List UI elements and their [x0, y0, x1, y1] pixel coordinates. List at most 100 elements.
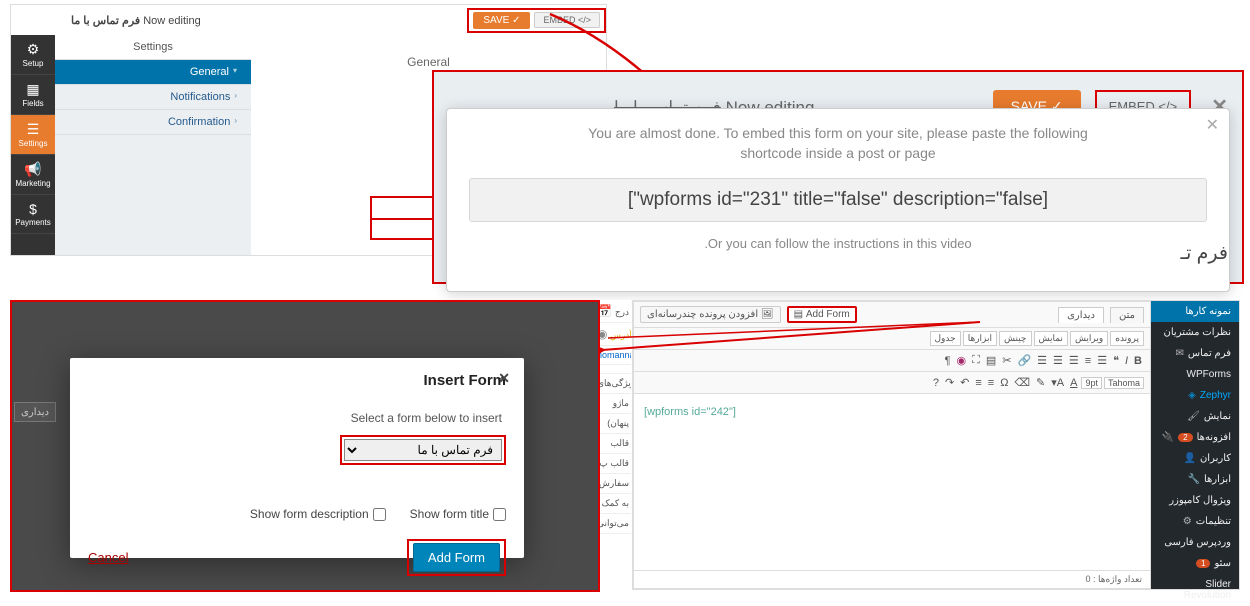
font-size-select[interactable]: 9pt	[1081, 377, 1102, 389]
nav-payments[interactable]: $Payments	[11, 195, 55, 234]
menu-visual-composer[interactable]: ویژوال کامپوزر	[1151, 490, 1239, 511]
align-right-icon[interactable]: ☰	[1067, 353, 1081, 368]
special-char-icon[interactable]: Ω	[998, 376, 1010, 390]
menu-settings[interactable]: تنظیمات⚙	[1151, 511, 1239, 532]
outdent-icon[interactable]: ≡	[986, 376, 996, 390]
modal-close-icon[interactable]: ✕	[498, 370, 510, 387]
editor-body[interactable]: ["wpforms id="242]	[634, 394, 1150, 564]
editor-toolbar-row1: پرونده ویرایش نمایش چینش ابزارها جدول	[634, 328, 1150, 350]
italic-icon[interactable]: I	[1123, 354, 1130, 368]
embed-shortcode[interactable]: ["wpforms id="231" title="false" descrip…	[469, 178, 1207, 222]
annotation-red-box-inner	[370, 196, 434, 220]
user-icon: 👤	[1183, 453, 1195, 464]
tab-visual[interactable]: دیداری	[1058, 307, 1104, 323]
menu-contact[interactable]: فرم تماس✉	[1151, 343, 1239, 364]
nav-settings[interactable]: ☰Settings	[11, 115, 55, 155]
side-item-confirmation[interactable]: Confirmation›	[55, 110, 251, 135]
menu-users[interactable]: کاربران👤	[1151, 448, 1239, 469]
fullscreen-icon[interactable]: ⛶	[970, 353, 982, 368]
paragraph-icon[interactable]: ¶	[943, 354, 953, 368]
nav-setup[interactable]: ⚙Setup	[11, 35, 55, 75]
tb-file[interactable]: پرونده	[1110, 331, 1144, 346]
show-title-check[interactable]: Show form title	[410, 507, 506, 521]
sliders-icon: ☰	[13, 121, 53, 138]
seo-badge: 1	[1196, 559, 1210, 568]
align-left-icon[interactable]: ☰	[1035, 353, 1049, 368]
highlight-icon[interactable]: ✎	[1034, 375, 1047, 390]
modal-actions: Cancel Add Form	[88, 539, 506, 576]
menu-wp-fa[interactable]: وردپرس فارسی	[1151, 532, 1239, 553]
list-ol-icon[interactable]: ≡	[1083, 354, 1093, 368]
editor-footer: تعداد واژه‌ها : 0	[634, 570, 1150, 588]
clear-icon[interactable]: ⌫	[1012, 375, 1032, 390]
save-button[interactable]: SAVE ✓	[473, 12, 530, 29]
nav-marketing[interactable]: 📢Marketing	[11, 155, 55, 195]
embed-popup-panel: فرم تماس با ما Now editing SAVE ✓ EMBED …	[432, 70, 1244, 284]
undo-icon[interactable]: ↶	[958, 375, 971, 390]
editor-top-row: متن دیداری Add Form ▤ 🖼 افزودن پرونده چن…	[634, 302, 1150, 328]
menu-plugins[interactable]: افزونه‌ها2🔌	[1151, 427, 1239, 448]
side-item-general[interactable]: General▾	[55, 60, 251, 85]
gear-icon: ⚙	[13, 41, 53, 58]
align-center-icon[interactable]: ☰	[1051, 353, 1065, 368]
modal-close-icon[interactable]: ✕	[1206, 115, 1219, 135]
menu-appearance[interactable]: نمایش🖌	[1151, 406, 1239, 427]
add-media-button[interactable]: 🖼 افزودن پرونده چندرسانه‌ای	[640, 306, 781, 323]
form-select[interactable]: فرم تماس با ما	[344, 439, 502, 461]
embed-modal: ✕ You are almost done. To embed this for…	[446, 108, 1230, 292]
font-family-select[interactable]: Tahoma	[1104, 377, 1144, 389]
quote-icon[interactable]: ❝	[1111, 353, 1121, 368]
embed-button[interactable]: EMBED </>	[534, 12, 600, 28]
permalink[interactable]: homannazari.ir	[597, 350, 631, 360]
tb-format[interactable]: چینش	[999, 331, 1031, 346]
redo-icon[interactable]: ↷	[943, 375, 956, 390]
form-icon: ▤	[794, 309, 803, 320]
menu-wpforms[interactable]: WPForms	[1151, 364, 1239, 385]
more-icon[interactable]: ▤	[984, 353, 998, 368]
editor-toolbar-row3: Tahoma 9pt A A▾ ✎ ⌫ Ω ≡ ≡ ↶ ↷ ?	[634, 372, 1150, 394]
chevron-down-icon: ▾	[233, 66, 237, 78]
envelope-icon: ✉	[1176, 348, 1184, 359]
word-count: تعداد واژه‌ها : 0	[1086, 574, 1143, 585]
link-icon[interactable]: 🔗	[1015, 353, 1033, 368]
add-button-highlight: Add Form	[407, 539, 506, 576]
menu-tools[interactable]: ابزارها🔧	[1151, 469, 1239, 490]
menu-seo[interactable]: سئو1	[1151, 553, 1239, 574]
bold-icon[interactable]: B	[1132, 354, 1144, 368]
tab-text[interactable]: متن	[1110, 307, 1144, 323]
side-item-notifications[interactable]: Notifications›	[55, 85, 251, 110]
form-title-bg: فرم تـ	[1181, 242, 1228, 265]
grid-icon: ▦	[13, 81, 53, 98]
menu-portfolio[interactable]: نمونه کارها	[1151, 301, 1239, 322]
wp-admin-menu: نمونه کارها نظرات مشتریان فرم تماس✉ WPFo…	[1151, 301, 1239, 589]
editing-title: فرم تماس با ما Now editing	[71, 14, 201, 27]
nav-fields[interactable]: ▦Fields	[11, 75, 55, 115]
menu-testimonials[interactable]: نظرات مشتریان	[1151, 322, 1239, 343]
tb-view[interactable]: نمایش	[1034, 331, 1068, 346]
editor-toolbar-row2: B I ❝ ☰ ≡ ☰ ☰ ☰ 🔗 ✂ ▤ ⛶ ◉ ¶	[634, 350, 1150, 372]
tb-edit[interactable]: ویرایش	[1070, 331, 1108, 346]
editor-crop-strip: 📅 درج ◉ آدرس homannazari.ir ویژگی‌های ما…	[595, 300, 631, 588]
add-form-button[interactable]: Add Form ▤	[787, 306, 857, 323]
bg-tab-visual[interactable]: دیداری	[14, 402, 56, 422]
text-color-icon[interactable]: A▾	[1049, 375, 1066, 390]
cancel-link[interactable]: Cancel	[88, 550, 128, 565]
underline-icon[interactable]: A	[1068, 376, 1079, 390]
select-highlight: فرم تماس با ما	[340, 435, 506, 465]
insert-form-modal: ✕ Insert Form Select a form below to ins…	[70, 358, 524, 558]
menu-zephyr[interactable]: Zephyr◈	[1151, 385, 1239, 406]
help-icon[interactable]: ?	[931, 376, 941, 390]
list-ul-icon[interactable]: ☰	[1095, 353, 1109, 368]
tb-table[interactable]: جدول	[930, 331, 961, 346]
indent-icon[interactable]: ≡	[973, 376, 983, 390]
add-form-button[interactable]: Add Form	[413, 543, 500, 572]
dollar-icon: $	[13, 201, 53, 217]
tb-tools[interactable]: ابزارها	[963, 331, 997, 346]
unlink-icon[interactable]: ✂	[1000, 353, 1013, 368]
yoast-icon[interactable]: ◉	[955, 353, 969, 368]
show-description-check[interactable]: Show form description	[250, 507, 386, 521]
modal-title: Insert Form	[88, 372, 506, 389]
menu-slider[interactable]: Slider Revolution	[1151, 574, 1239, 606]
embed-message: You are almost done. To embed this form …	[469, 123, 1207, 164]
media-icon: 🖼	[761, 309, 774, 320]
